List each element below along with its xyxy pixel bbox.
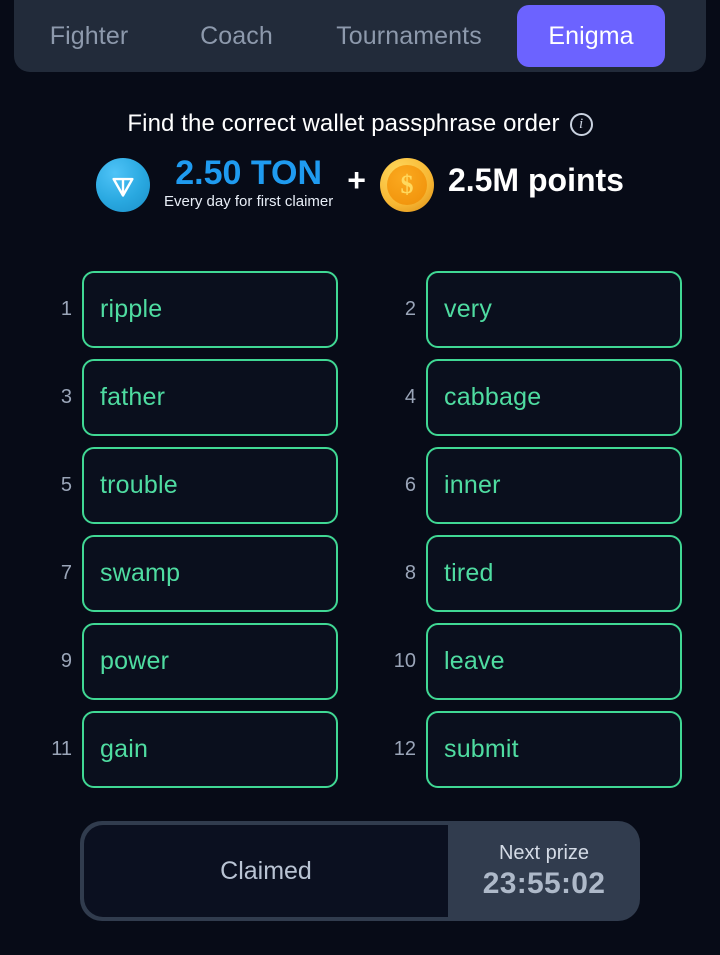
- word-index: 5: [60, 474, 72, 496]
- passphrase-cell: 4 cabbage: [386, 359, 682, 436]
- word-label: power: [100, 647, 170, 675]
- word-box[interactable]: inner: [426, 447, 682, 524]
- gold-coin-icon: $: [379, 158, 434, 212]
- word-index: 6: [404, 474, 416, 496]
- tab-coach[interactable]: Coach: [164, 8, 309, 65]
- gold-coin-dollar-glyph: $: [386, 165, 427, 205]
- word-index: 1: [60, 298, 72, 320]
- word-box[interactable]: very: [426, 271, 682, 348]
- next-prize-panel: Next prize 23:55:02: [448, 821, 640, 921]
- word-index: 3: [60, 386, 72, 408]
- passphrase-cell: 8 tired: [386, 535, 682, 612]
- word-index: 4: [404, 386, 416, 408]
- passphrase-cell: 10 leave: [386, 623, 682, 700]
- word-label: inner: [444, 471, 501, 499]
- word-box[interactable]: submit: [426, 711, 682, 788]
- word-label: swamp: [100, 559, 181, 587]
- info-circle-icon[interactable]: i: [569, 112, 593, 136]
- next-prize-label: Next prize: [498, 841, 590, 864]
- word-index: 12: [393, 738, 416, 760]
- passphrase-cell: 11 gain: [42, 711, 338, 788]
- ton-coin-icon: [96, 158, 151, 212]
- passphrase-cell: 2 very: [386, 271, 682, 348]
- tab-enigma[interactable]: Enigma: [517, 5, 665, 67]
- main-navigation: Fighter Coach Tournaments Enigma: [14, 0, 706, 72]
- word-label: submit: [444, 735, 519, 763]
- prize-summary: 2.50 TON Every day for first claimer + $…: [0, 154, 720, 212]
- word-box[interactable]: tired: [426, 535, 682, 612]
- tab-tournaments[interactable]: Tournaments: [309, 8, 509, 65]
- enigma-screen: Fighter Coach Tournaments Enigma Find th…: [0, 0, 720, 955]
- page-headline: Find the correct wallet passphrase order…: [0, 110, 720, 138]
- points-amount: 2.5M points: [447, 162, 624, 198]
- word-box[interactable]: swamp: [82, 535, 338, 612]
- word-box[interactable]: cabbage: [426, 359, 682, 436]
- next-prize-timer: 23:55:02: [482, 866, 606, 900]
- passphrase-cell: 1 ripple: [42, 271, 338, 348]
- word-label: father: [100, 383, 166, 411]
- word-index: 7: [60, 562, 72, 584]
- word-label: cabbage: [444, 383, 542, 411]
- word-box[interactable]: gain: [82, 711, 338, 788]
- claim-bar: Claimed Next prize 23:55:02: [80, 821, 640, 921]
- passphrase-cell: 7 swamp: [42, 535, 338, 612]
- word-box[interactable]: ripple: [82, 271, 338, 348]
- passphrase-cell: 9 power: [42, 623, 338, 700]
- claim-button[interactable]: Claimed: [84, 825, 448, 917]
- passphrase-cell: 12 submit: [386, 711, 682, 788]
- word-index: 9: [60, 650, 72, 672]
- ton-subtitle: Every day for first claimer: [164, 192, 334, 210]
- page-title: Find the correct wallet passphrase order: [127, 110, 560, 137]
- word-box[interactable]: leave: [426, 623, 682, 700]
- word-label: trouble: [100, 471, 178, 499]
- word-index: 10: [393, 650, 416, 672]
- word-box[interactable]: power: [82, 623, 338, 700]
- word-label: gain: [100, 735, 149, 763]
- passphrase-cell: 3 father: [42, 359, 338, 436]
- word-index: 8: [404, 562, 416, 584]
- passphrase-grid: 1 ripple 2 very 3 father 4 cabbage 5 tro…: [42, 271, 682, 788]
- word-label: very: [444, 295, 493, 323]
- word-box[interactable]: trouble: [82, 447, 338, 524]
- word-box[interactable]: father: [82, 359, 338, 436]
- word-label: ripple: [100, 295, 163, 323]
- word-label: leave: [444, 647, 505, 675]
- tab-fighter[interactable]: Fighter: [14, 8, 164, 65]
- ton-amount: 2.50 TON: [175, 154, 323, 192]
- prize-plus-separator: +: [347, 162, 366, 198]
- word-index: 11: [51, 738, 72, 760]
- ton-prize-block: 2.50 TON Every day for first claimer: [164, 154, 334, 210]
- word-label: tired: [444, 559, 494, 587]
- passphrase-cell: 6 inner: [386, 447, 682, 524]
- passphrase-cell: 5 trouble: [42, 447, 338, 524]
- word-index: 2: [404, 298, 416, 320]
